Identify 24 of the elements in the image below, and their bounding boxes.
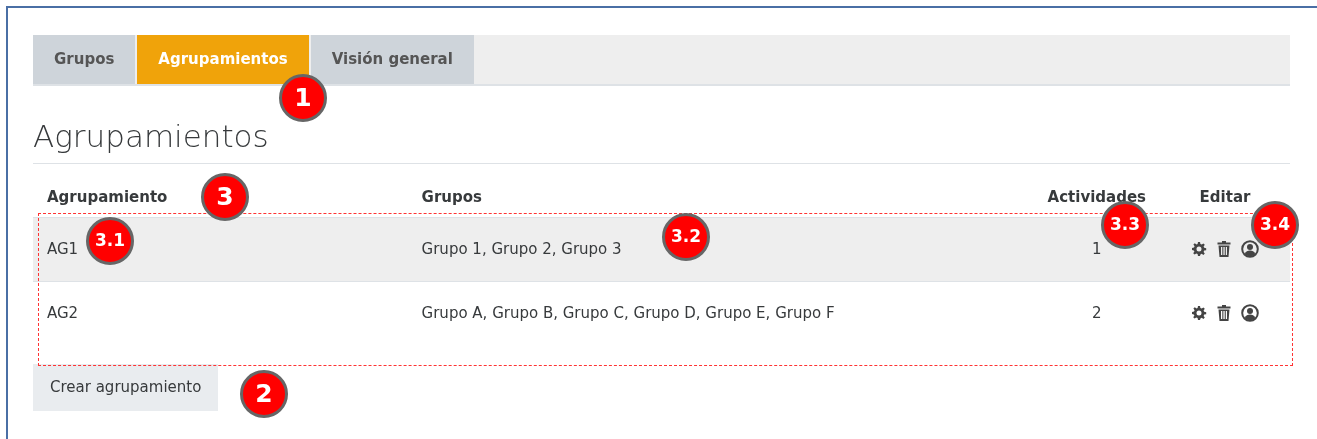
table-cell: AG2 — [47, 303, 79, 322]
settings-icon[interactable] — [1191, 304, 1207, 321]
tab[interactable]: Grupos — [33, 35, 136, 84]
callout-badge: 2 — [240, 370, 288, 418]
table-cell: Grupo A, Grupo B, Grupo C, Grupo D, Grupo E, Grupo F — [421, 303, 835, 322]
table-cell: Grupo 1, Grupo 2, Grupo 3 — [421, 240, 622, 259]
callout-badge: 1 — [279, 74, 327, 122]
page-heading: Agrupamientos — [33, 117, 1290, 164]
callout-badge: 3.3 — [1101, 201, 1149, 249]
column-header: Editar — [1199, 187, 1251, 206]
column-header: Agrupamiento — [47, 187, 168, 206]
table-cell: AG1 — [47, 240, 79, 259]
create-grouping-button[interactable]: Crear agrupamiento — [33, 364, 219, 411]
tab[interactable]: Visión general — [310, 35, 474, 84]
settings-icon[interactable] — [1191, 241, 1207, 258]
user-icon[interactable] — [1241, 240, 1259, 259]
table-cell: 2 — [1092, 303, 1102, 322]
user-icon[interactable] — [1241, 303, 1259, 322]
table-cell: 1 — [1092, 240, 1102, 259]
trash-icon[interactable] — [1217, 241, 1231, 258]
callout-badge: 3.4 — [1251, 201, 1299, 249]
trash-icon[interactable] — [1217, 304, 1231, 321]
callout-badge: 3 — [201, 173, 249, 221]
column-header: Grupos — [421, 187, 482, 206]
